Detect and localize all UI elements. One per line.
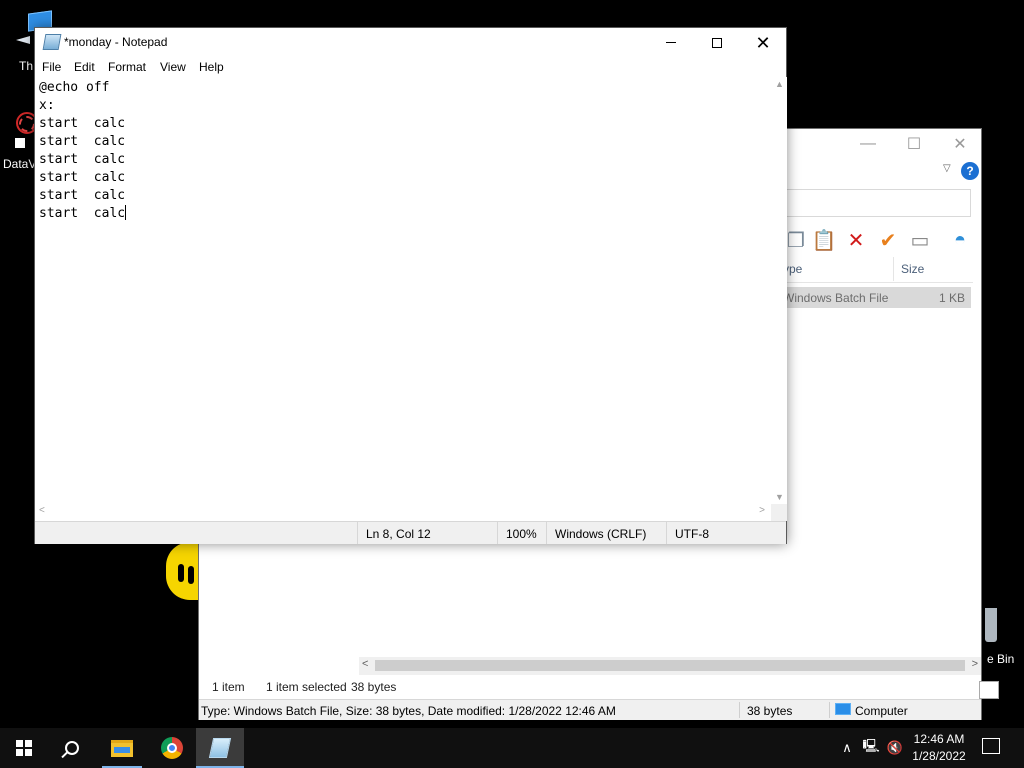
copy-icon[interactable]: ❐ (785, 229, 807, 252)
taskbar: ∧ 🖳 🔇 12:46 AM 1/28/2022 (0, 728, 1024, 768)
minimize-icon (666, 42, 676, 43)
scroll-down-icon[interactable]: ▼ (775, 492, 784, 502)
details-location: Computer (855, 704, 908, 718)
desktop-icon-label: DataV (3, 157, 37, 171)
file-type: Windows Batch File (783, 291, 889, 305)
text-line: x: (39, 98, 55, 113)
checkmark-icon[interactable]: ✔ (877, 229, 899, 252)
file-row[interactable]: Windows Batch File 1 KB (783, 287, 971, 308)
close-icon: ✕ (755, 32, 771, 53)
shell-icon[interactable]: ◓ (949, 229, 971, 251)
text-line: start calc (39, 206, 126, 221)
start-button[interactable] (0, 728, 48, 768)
window-title: *monday - Notepad (64, 35, 168, 49)
scroll-left-icon[interactable]: < (362, 658, 368, 670)
menu-format[interactable]: Format (107, 60, 147, 74)
maximize-button[interactable] (694, 28, 740, 57)
file-details: Type: Windows Batch File, Size: 38 bytes… (201, 704, 616, 718)
text-line: start calc (39, 170, 126, 185)
notepad-titlebar[interactable]: *monday - Notepad ✕ (35, 28, 786, 58)
status-bar: Ln 8, Col 12 100% Windows (CRLF) UTF-8 (35, 521, 786, 544)
scroll-right-icon[interactable]: > (759, 505, 765, 516)
file-size: 1 KB (938, 291, 965, 305)
help-icon[interactable]: ? (961, 162, 979, 180)
file-explorer-taskbar-button[interactable] (98, 728, 146, 768)
search-icon (65, 741, 79, 755)
explorer-maximize-button[interactable]: ☐ (891, 129, 937, 159)
notepad-window: *monday - Notepad ✕ File Edit Format Vie… (34, 27, 787, 544)
menu-view[interactable]: View (159, 60, 187, 74)
clock[interactable]: 12:46 AM 1/28/2022 (906, 731, 972, 765)
menu-file[interactable]: File (41, 60, 62, 74)
chrome-icon (161, 737, 183, 759)
delete-icon[interactable]: ✕ (845, 229, 867, 252)
column-size[interactable]: Size (901, 262, 924, 276)
clock-time: 12:46 AM (913, 732, 965, 746)
network-icon[interactable]: 🖳 (860, 728, 882, 768)
scroll-up-icon[interactable]: ▲ (775, 79, 784, 89)
text-line: start calc (39, 152, 126, 167)
text-line: start calc (39, 188, 126, 203)
text-line: start calc (39, 116, 126, 131)
encoding: UTF-8 (666, 522, 786, 544)
explorer-statusbar: 1 item 1 item selected 38 bytes (199, 675, 999, 699)
large-icons-view-icon[interactable] (979, 681, 999, 699)
show-hidden-icons-button[interactable]: ∧ (838, 728, 856, 768)
scroll-right-icon[interactable]: > (972, 658, 978, 670)
text-line: start calc (39, 134, 126, 149)
scroll-left-icon[interactable]: < (39, 505, 45, 516)
selection-count: 1 item selected (266, 680, 347, 694)
text-line: @echo off (39, 80, 110, 95)
recycle-bin-icon (985, 608, 997, 642)
size-grip[interactable] (771, 504, 787, 521)
minimize-button[interactable] (648, 28, 694, 57)
explorer-close-button[interactable]: ✕ (937, 129, 983, 159)
paste-icon[interactable]: 📋 (812, 229, 837, 252)
search-button[interactable] (48, 728, 96, 768)
explorer-details-bar: Type: Windows Batch File, Size: 38 bytes… (199, 699, 981, 720)
column-headers: ype Size (783, 257, 973, 283)
item-count: 1 item (212, 680, 245, 694)
details-size: 38 bytes (747, 704, 793, 718)
desktop-icon-label: Th (19, 59, 34, 73)
search-box[interactable] (787, 189, 971, 217)
windows-logo-icon (16, 740, 32, 756)
recycle-bin-desktop-icon[interactable]: e Bin (985, 606, 1024, 676)
explorer-horizontal-scrollbar[interactable]: < > (359, 657, 981, 675)
chrome-taskbar-button[interactable] (148, 728, 196, 768)
vertical-scrollbar[interactable]: ▲ ▼ (771, 77, 787, 504)
horizontal-scrollbar[interactable]: < > (35, 504, 771, 521)
volume-muted-icon[interactable]: 🔇 (884, 728, 906, 768)
scroll-thumb[interactable] (375, 660, 965, 671)
line-ending: Windows (CRLF) (546, 522, 666, 544)
menu-help[interactable]: Help (198, 60, 225, 74)
notepad-taskbar-button[interactable] (196, 728, 244, 768)
notepad-icon (208, 738, 232, 758)
close-button[interactable]: ✕ (740, 28, 786, 57)
text-line-with-caret: start calc (39, 205, 767, 223)
ribbon-expand-icon[interactable]: ▽ (943, 163, 951, 174)
notepad-icon[interactable] (42, 34, 62, 50)
text-caret (125, 205, 127, 220)
zoom-level: 100% (497, 522, 547, 544)
cursor-position: Ln 8, Col 12 (357, 522, 497, 544)
menu-bar: File Edit Format View Help (35, 57, 786, 77)
shortcut-arrow-icon (16, 36, 30, 44)
text-editor[interactable]: @echo off x: start calc start calc start cal… (35, 77, 771, 504)
explorer-minimize-button[interactable]: — (845, 129, 891, 159)
clock-date: 1/28/2022 (912, 749, 966, 763)
shortcut-arrow-icon (15, 138, 25, 148)
selection-size: 38 bytes (351, 680, 397, 694)
menu-edit[interactable]: Edit (73, 60, 96, 74)
maximize-icon (712, 37, 722, 48)
notifications-icon[interactable] (982, 738, 1000, 754)
explorer-toolbar: ❐ 📋 ✕ ✔ ▭ ◓ (787, 225, 983, 257)
file-explorer-icon (111, 739, 133, 757)
computer-icon (835, 703, 851, 715)
rename-icon[interactable]: ▭ (909, 229, 931, 252)
desktop: Th DataV e Bin — ☐ ✕ ▽ ? ❐ 📋 ✕ ✔ ▭ ◓ ype (0, 0, 1024, 728)
chevron-up-icon: ∧ (842, 740, 852, 755)
desktop-icon-label: e Bin (987, 652, 1015, 666)
